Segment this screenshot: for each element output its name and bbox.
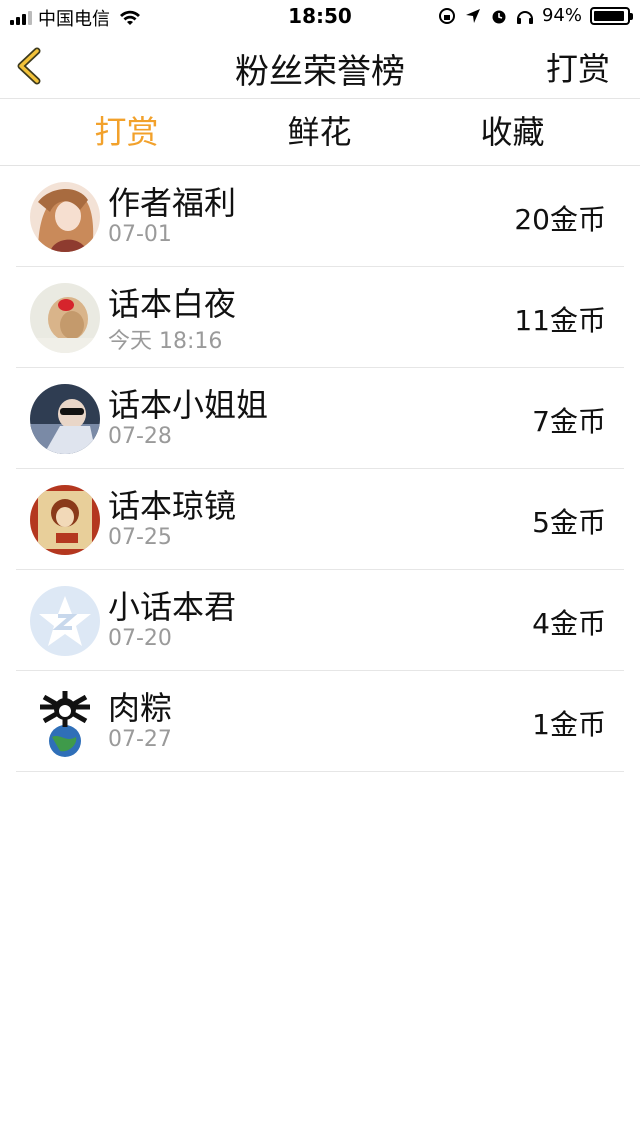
avatar (30, 687, 100, 757)
tab-favorites[interactable]: 收藏 (416, 100, 609, 165)
list-item[interactable]: 话本白夜 今天 18:16 11金币 (16, 267, 624, 368)
headphones-icon (516, 10, 533, 24)
tab-flowers[interactable]: 鲜花 (223, 100, 416, 165)
tip-date: 今天 18:16 (108, 329, 223, 354)
tip-date: 07-28 (108, 424, 172, 449)
tip-amount: 5金币 (532, 506, 606, 539)
fan-name: 小话本君 (108, 588, 237, 626)
avatar (30, 182, 100, 252)
tip-amount: 4金币 (532, 607, 606, 640)
fan-name: 话本白夜 (108, 285, 237, 323)
tip-amount: 7金币 (532, 405, 606, 438)
fan-name: 话本琼镜 (108, 487, 237, 525)
status-bar: 中国电信 18:50 94% (0, 0, 640, 34)
battery-icon (590, 6, 633, 25)
tip-date: 07-27 (108, 727, 172, 752)
tip-amount: 20金币 (514, 203, 606, 236)
list-item[interactable]: 作者福利 07-01 20金币 (16, 166, 624, 267)
tip-date: 07-01 (108, 222, 172, 247)
list-item[interactable]: 小话本君 07-20 4金币 (16, 570, 624, 671)
tip-amount: 11金币 (514, 304, 606, 337)
tip-date: 07-25 (108, 525, 172, 550)
battery-percent: 94% (541, 5, 582, 26)
avatar (30, 384, 100, 454)
avatar (30, 586, 100, 656)
fan-name: 作者福利 (108, 184, 237, 222)
avatar (30, 283, 100, 353)
tab-bar: 打赏 鲜花 收藏 (0, 100, 640, 166)
list-item[interactable]: 肉粽 07-27 1金币 (16, 671, 624, 772)
avatar (30, 485, 100, 555)
fan-list: 作者福利 07-01 20金币 话本白夜 今天 18:16 11金币 话本小姐姐… (0, 166, 640, 772)
nav-bar: 粉丝荣誉榜 打赏 (0, 34, 640, 99)
list-item[interactable]: 话本琼镜 07-25 5金币 (16, 469, 624, 570)
tip-button[interactable]: 打赏 (546, 44, 610, 90)
fan-name: 话本小姐姐 (108, 386, 269, 424)
alarm-icon (492, 10, 506, 23)
status-right: 94% (438, 5, 633, 26)
page-title: 粉丝荣誉榜 (235, 52, 405, 92)
fan-name: 肉粽 (108, 689, 173, 727)
list-item[interactable]: 话本小姐姐 07-28 7金币 (16, 368, 624, 469)
rotation-lock-icon (438, 7, 455, 24)
battery-fill (594, 10, 625, 21)
location-icon (465, 8, 480, 23)
tip-date: 07-20 (108, 626, 172, 651)
tip-amount: 1金币 (532, 708, 606, 741)
tab-tip[interactable]: 打赏 (30, 100, 223, 165)
